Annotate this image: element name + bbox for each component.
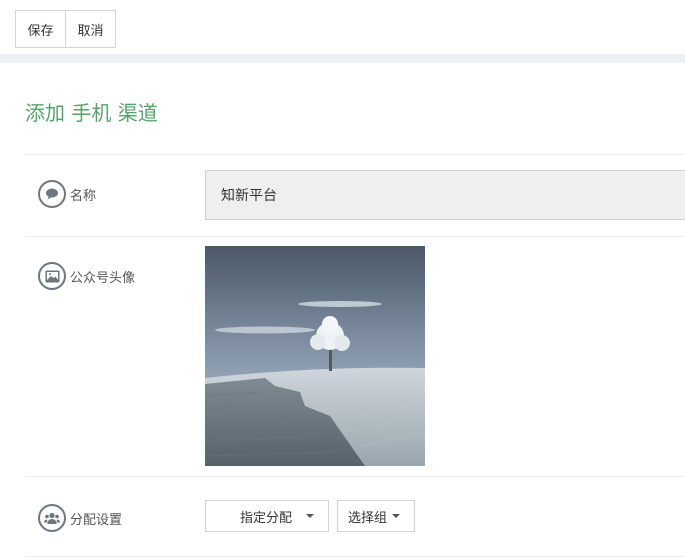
users-icon: [38, 504, 66, 532]
divider: [25, 154, 685, 155]
select-group-button[interactable]: 选择组: [337, 500, 415, 532]
page-title: 添加 手机 渠道: [25, 101, 158, 125]
header-separator-band: [0, 54, 685, 63]
assign-mode-select[interactable]: 指定分配: [205, 500, 329, 532]
divider: [25, 556, 685, 557]
image-icon: [38, 262, 66, 290]
toolbar: 保存 取消: [15, 10, 116, 48]
avatar-label: 公众号头像: [70, 270, 136, 286]
name-label-group: 名称: [38, 180, 96, 208]
name-label: 名称: [70, 188, 97, 204]
select-group-label: 选择组: [348, 510, 388, 526]
chat-bubble-icon: [38, 180, 66, 208]
avatar-image[interactable]: [205, 246, 425, 466]
cancel-button[interactable]: 取消: [66, 10, 116, 48]
assign-mode-value: 指定分配: [240, 510, 293, 526]
name-input[interactable]: [205, 170, 685, 220]
chevron-down-icon: [306, 514, 315, 518]
assign-label-group: 分配设置: [38, 504, 122, 532]
save-button[interactable]: 保存: [15, 10, 66, 48]
divider: [25, 476, 685, 477]
avatar-label-group: 公众号头像: [38, 262, 135, 290]
assign-label: 分配设置: [70, 512, 123, 528]
chevron-down-icon: [392, 514, 401, 518]
divider: [25, 236, 685, 237]
